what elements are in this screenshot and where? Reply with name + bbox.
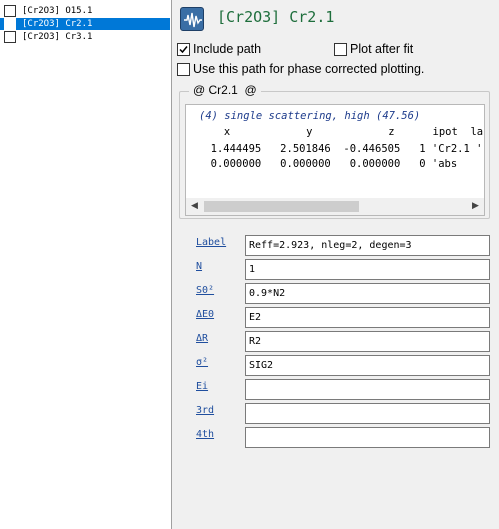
path-list-panel: [Cr2O3] O15.1 [Cr2O3] Cr2.1 [Cr2O3] Cr3.… [0, 0, 172, 529]
check-icon [179, 46, 188, 54]
scroll-right-icon[interactable]: ▶ [467, 198, 484, 215]
scroll-left-icon[interactable]: ◀ [186, 198, 203, 215]
feff-comment: (4) single scattering, high (47.56) [199, 110, 421, 122]
checkbox-box[interactable] [177, 63, 190, 76]
path-checkbox[interactable] [4, 31, 16, 43]
param-sigma2-label[interactable]: σ² [196, 356, 208, 370]
plot-after-fit-label: Plot after fit [350, 42, 414, 56]
scroll-thumb[interactable] [204, 201, 359, 212]
param-ei-label[interactable]: Ei [196, 380, 208, 394]
include-path-checkbox[interactable]: Include path [177, 41, 297, 59]
horizontal-scrollbar[interactable]: ◀ ▶ [186, 198, 484, 215]
param-delta-r-input[interactable]: R2 [245, 331, 490, 352]
path-item-label: [Cr2O3] Cr2.1 [22, 19, 93, 29]
param-fourth-input[interactable] [245, 427, 490, 448]
path-list-item-cr2[interactable]: [Cr2O3] Cr2.1 [0, 18, 170, 30]
feff-group-legend: @ Cr2.1 @ [189, 83, 261, 97]
path-list-item-o15[interactable]: [Cr2O3] O15.1 [0, 5, 170, 17]
param-label-label[interactable]: Label [196, 236, 226, 250]
param-third-label[interactable]: 3rd [196, 404, 214, 418]
param-delta-e0-label[interactable]: ΔE0 [196, 308, 214, 322]
feff-row: 0.000000 0.000000 0.000000 0 'abs [198, 158, 477, 170]
param-delta-r-label[interactable]: ΔR [196, 332, 208, 346]
path-title: [Cr2O3] Cr2.1 [217, 8, 335, 26]
include-path-label: Include path [193, 42, 262, 56]
path-checkbox[interactable] [4, 5, 16, 17]
param-sigma2-input[interactable]: SIG2 [245, 355, 490, 376]
param-label-input[interactable]: Reff=2.923, nleg=2, degen=3 [245, 235, 490, 256]
checkbox-box[interactable] [177, 43, 190, 56]
param-n-label[interactable]: N [196, 260, 202, 274]
path-checkbox[interactable] [4, 18, 16, 30]
param-fourth-label[interactable]: 4th [196, 428, 214, 442]
path-item-label: [Cr2O3] O15.1 [22, 6, 93, 16]
param-n-input[interactable]: 1 [245, 259, 490, 280]
path-item-label: [Cr2O3] Cr3.1 [22, 32, 93, 42]
feff-row: 1.444495 2.501846 -0.446505 1 'Cr2.1 ' [198, 143, 483, 155]
param-s02-label[interactable]: S0² [196, 284, 214, 298]
param-delta-e0-input[interactable]: E2 [245, 307, 490, 328]
param-third-input[interactable] [245, 403, 490, 424]
waveform-icon[interactable] [180, 7, 204, 31]
phase-corrected-label: Use this path for phase corrected plotti… [193, 62, 425, 76]
param-ei-input[interactable] [245, 379, 490, 400]
plot-after-fit-checkbox[interactable]: Plot after fit [334, 41, 454, 59]
checkbox-box[interactable] [334, 43, 347, 56]
phase-corrected-checkbox[interactable]: Use this path for phase corrected plotti… [177, 61, 457, 79]
path-list-item-cr3[interactable]: [Cr2O3] Cr3.1 [0, 31, 170, 43]
param-s02-input[interactable]: 0.9*N2 [245, 283, 490, 304]
feff-path-text[interactable]: (4) single scattering, high (47.56) x y … [185, 104, 485, 216]
feff-header-row: x y z ipot label [186, 126, 484, 138]
